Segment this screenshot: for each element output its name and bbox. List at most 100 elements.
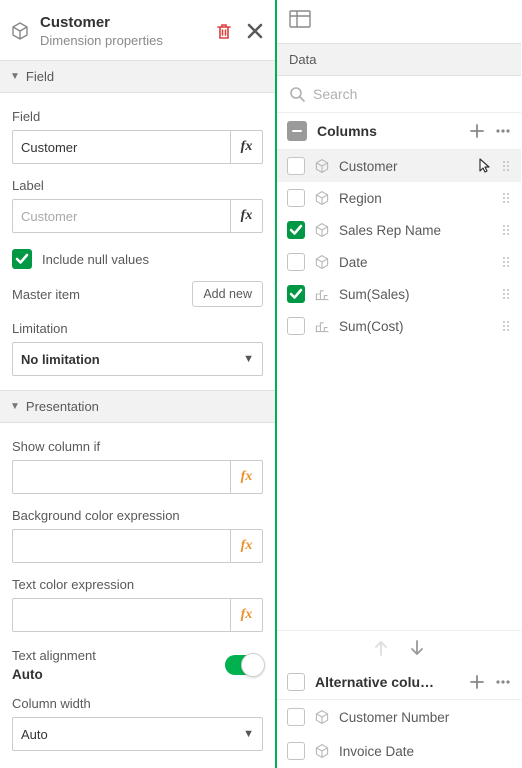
text-expression-fx-button[interactable]: fx	[230, 599, 262, 631]
drag-handle[interactable]	[501, 321, 511, 331]
cube-icon	[10, 21, 30, 41]
label-label: Label	[12, 178, 263, 193]
columns-group-header[interactable]: Columns	[277, 113, 521, 150]
column-checkbox[interactable]	[287, 285, 305, 303]
column-width-select[interactable]: Auto ▼	[12, 717, 263, 751]
show-column-if-input[interactable]	[13, 461, 230, 493]
move-up-button[interactable]	[372, 639, 390, 657]
collapse-caret-icon: ▼	[10, 401, 20, 412]
cube-icon	[314, 190, 330, 206]
limitation-value: No limitation	[21, 352, 100, 367]
drag-handle[interactable]	[501, 257, 511, 267]
pointer-icon	[474, 157, 492, 175]
column-item[interactable]: Date	[277, 246, 521, 278]
column-item[interactable]: Sum(Sales)	[277, 278, 521, 310]
column-checkbox[interactable]	[287, 708, 305, 726]
section-field[interactable]: ▼ Field	[0, 60, 275, 93]
include-null-checkbox[interactable]	[12, 249, 32, 269]
column-name: Customer	[339, 159, 467, 174]
add-new-button[interactable]: Add new	[192, 281, 263, 307]
drag-handle[interactable]	[501, 225, 511, 235]
columns-more-icon[interactable]	[495, 123, 511, 139]
cube-icon	[314, 709, 330, 725]
measure-icon	[314, 318, 330, 334]
add-column-icon[interactable]	[469, 123, 485, 139]
data-panel: Data Columns Customer Region Sales Rep Nam…	[275, 0, 521, 768]
label-input-row: fx	[12, 199, 263, 233]
collapse-columns-button[interactable]	[287, 121, 307, 141]
column-checkbox[interactable]	[287, 742, 305, 760]
cube-icon	[314, 743, 330, 759]
column-width-value: Auto	[21, 727, 48, 742]
delete-icon[interactable]	[215, 22, 233, 40]
alt-column-item[interactable]: Invoice Date	[277, 734, 521, 768]
include-null-label: Include null values	[42, 252, 149, 267]
column-checkbox[interactable]	[287, 317, 305, 335]
drag-handle[interactable]	[501, 161, 511, 171]
table-icon	[289, 10, 311, 28]
show-column-if-label: Show column if	[12, 439, 263, 454]
field-input[interactable]	[13, 131, 230, 163]
column-name: Customer Number	[339, 710, 511, 725]
label-fx-button[interactable]: fx	[230, 200, 262, 232]
alt-columns-group-header[interactable]: Alternative colu…	[277, 665, 521, 700]
collapse-caret-icon: ▼	[10, 71, 20, 82]
field-fx-button[interactable]: fx	[230, 131, 262, 163]
chevron-down-icon: ▼	[243, 353, 254, 365]
check-icon	[15, 252, 29, 266]
bg-expression-input[interactable]	[13, 530, 230, 562]
measure-icon	[314, 286, 330, 302]
show-column-if-row: fx	[12, 460, 263, 494]
move-down-button[interactable]	[408, 639, 426, 657]
column-item[interactable]: Customer	[277, 150, 521, 182]
search-input[interactable]	[313, 86, 509, 102]
field-section-body: Field fx Label fx Include null values Ma…	[0, 93, 275, 390]
add-alt-column-icon[interactable]	[469, 674, 485, 690]
column-name: Sales Rep Name	[339, 223, 492, 238]
columns-title: Columns	[317, 123, 459, 139]
properties-title: Customer	[40, 14, 205, 31]
alt-column-item[interactable]: Customer Number	[277, 700, 521, 734]
drag-handle[interactable]	[501, 193, 511, 203]
cube-icon	[314, 158, 330, 174]
bg-expression-row: fx	[12, 529, 263, 563]
presentation-section-body: Show column if fx Background color expre…	[0, 423, 275, 765]
alt-columns-checkbox[interactable]	[287, 673, 305, 691]
field-input-row: fx	[12, 130, 263, 164]
column-item[interactable]: Sum(Cost)	[277, 310, 521, 342]
section-field-label: Field	[26, 69, 54, 84]
field-label: Field	[12, 109, 263, 124]
alt-columns-list: Customer Number Invoice Date	[277, 700, 521, 768]
column-item[interactable]: Region	[277, 182, 521, 214]
column-item[interactable]: Sales Rep Name	[277, 214, 521, 246]
label-input[interactable]	[13, 200, 230, 232]
text-alignment-label: Text alignment	[12, 648, 96, 663]
show-column-if-fx-button[interactable]: fx	[230, 461, 262, 493]
section-presentation-label: Presentation	[26, 399, 99, 414]
column-width-label: Column width	[12, 696, 263, 711]
column-checkbox[interactable]	[287, 157, 305, 175]
close-icon[interactable]	[247, 23, 263, 39]
chevron-down-icon: ▼	[243, 728, 254, 740]
limitation-select[interactable]: No limitation ▼	[12, 342, 263, 376]
data-title: Data	[277, 43, 521, 76]
bg-expression-fx-button[interactable]: fx	[230, 530, 262, 562]
text-expression-row: fx	[12, 598, 263, 632]
column-checkbox[interactable]	[287, 189, 305, 207]
section-presentation[interactable]: ▼ Presentation	[0, 390, 275, 423]
cube-icon	[314, 254, 330, 270]
alt-columns-title: Alternative colu…	[315, 674, 459, 690]
alt-columns-more-icon[interactable]	[495, 674, 511, 690]
column-checkbox[interactable]	[287, 253, 305, 271]
search-icon	[289, 86, 305, 102]
check-icon	[289, 223, 303, 237]
text-expression-input[interactable]	[13, 599, 230, 631]
drag-handle[interactable]	[501, 289, 511, 299]
check-icon	[289, 287, 303, 301]
data-panel-header	[277, 0, 521, 43]
text-alignment-toggle[interactable]	[225, 655, 263, 675]
text-expression-label: Text color expression	[12, 577, 263, 592]
column-name: Sum(Cost)	[339, 319, 492, 334]
search-row	[277, 76, 521, 113]
column-checkbox[interactable]	[287, 221, 305, 239]
